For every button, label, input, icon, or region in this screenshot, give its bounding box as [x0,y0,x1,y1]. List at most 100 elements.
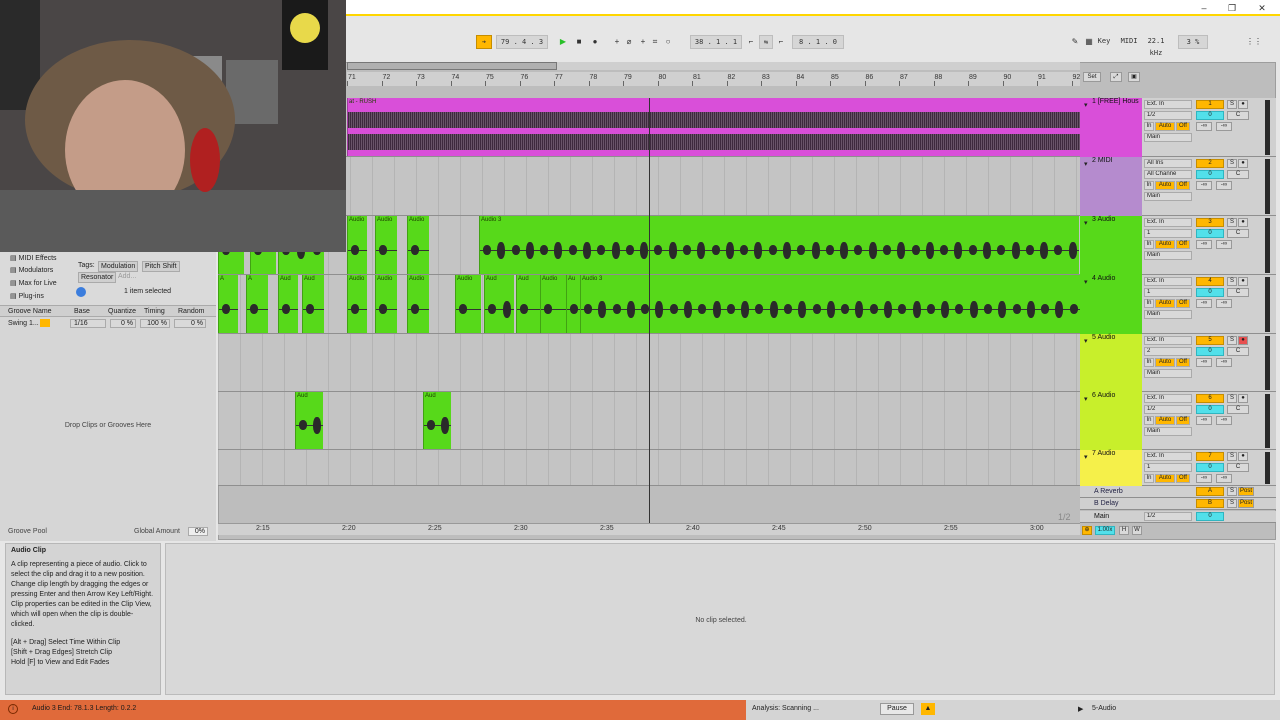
monitor-in-button[interactable]: In [1144,122,1154,131]
record-button[interactable]: ● [590,37,600,47]
track-activator[interactable]: 3 [1196,218,1224,227]
monitor-auto-button[interactable]: Auto [1155,358,1175,367]
send-b[interactable]: -∞ [1216,299,1232,308]
beat-ruler[interactable]: 71 72 73 74 75 76 77 78 79 80 81 82 83 84 85 86 87 88 89 90… [347,72,1080,86]
arm-button[interactable]: ● [1238,159,1248,168]
solo-button[interactable]: S [1227,394,1237,403]
punch-icon[interactable]: ⌗ [650,37,660,47]
fold-icon[interactable]: ▾ [1084,160,1088,168]
track-name[interactable]: 5 Audio [1080,334,1142,392]
audio-clip[interactable]: Aud [278,275,298,333]
track-activator[interactable]: 4 [1196,277,1224,286]
input-channel[interactable]: 1 [1144,288,1192,297]
groove-quantize[interactable]: 0 % [110,319,136,328]
input-channel[interactable]: 2 [1144,347,1192,356]
fold-icon[interactable]: ▾ [1084,219,1088,227]
output-routing[interactable]: Main [1144,133,1192,142]
info-icon[interactable] [76,287,86,297]
input-type[interactable]: Ext. In [1144,100,1192,109]
output-routing[interactable]: Main [1144,192,1192,201]
track-header[interactable]: 2 MIDI ▾ All Ins All Channe In Auto Off Main 2 0 S… [1080,157,1276,216]
monitor-auto-button[interactable]: Auto [1155,240,1175,249]
arm-button[interactable]: ● [1238,277,1248,286]
groove-timing[interactable]: 100 % [140,319,170,328]
audio-clip[interactable]: at - RUSH [347,98,1080,156]
restore-button[interactable]: ❐ [1226,2,1238,14]
tag-modulation[interactable]: Modulation [98,261,139,272]
monitor-off-button[interactable]: Off [1176,299,1190,308]
play-button[interactable]: ▶ [558,37,568,47]
audio-clip[interactable]: Aud [484,275,514,333]
monitor-in-button[interactable]: In [1144,299,1154,308]
metronome-icon[interactable]: ○ [663,37,673,47]
solo-button[interactable]: S [1227,452,1237,461]
post-button[interactable]: Post [1238,487,1254,496]
send-b[interactable]: -∞ [1216,122,1232,131]
tag-pitch-shift[interactable]: Pitch Shift [142,261,180,272]
audio-clip[interactable]: Audio [540,275,566,333]
automation-icon[interactable]: ⌀ [624,37,634,47]
browser-item-modulators[interactable]: ▤ Modulators [10,266,53,274]
arm-button[interactable]: ● [1238,100,1248,109]
audio-clip[interactable]: Audio [407,216,429,274]
send-a[interactable]: -∞ [1196,416,1212,425]
monitor-off-button[interactable]: Off [1176,358,1190,367]
monitor-off-button[interactable]: Off [1176,474,1190,483]
follow-button[interactable]: ➔ [476,35,492,49]
audio-clip[interactable]: Audio [347,275,367,333]
audio-clip[interactable]: A [246,275,268,333]
song-position[interactable]: 79 . 4 . 3 [496,35,548,49]
input-type[interactable]: Ext. In [1144,452,1192,461]
loop-length[interactable]: 8 . 1 . 0 [792,35,844,49]
browser-item-plug-ins[interactable]: ▤ Plug-ins [10,292,44,300]
solo-button[interactable]: S [1227,100,1237,109]
output-routing[interactable]: Main [1144,310,1192,319]
fold-icon[interactable]: ▾ [1084,101,1088,109]
track-volume[interactable]: 0 [1196,463,1224,472]
punch-in-icon[interactable]: ⌐ [746,37,756,47]
groove-base[interactable]: 1/16 [70,319,106,328]
fold-icon[interactable]: ▾ [1084,395,1088,403]
audio-clip[interactable]: Audio [455,275,481,333]
send-a[interactable]: -∞ [1196,240,1212,249]
computer-midi-icon[interactable]: ▦ [1084,37,1094,47]
input-channel[interactable]: 1 [1144,229,1192,238]
browser-item-midi-effects[interactable]: ▤ MIDI Effects [10,254,57,262]
monitor-auto-button[interactable]: Auto [1155,122,1175,131]
track-header[interactable]: 5 Audio ▾ Ext. In 2 In Auto Off Main 5 0 S ● C -∞ -∞ [1080,334,1276,392]
send-a[interactable]: -∞ [1196,474,1212,483]
send-b[interactable]: -∞ [1216,181,1232,190]
input-type[interactable]: Ext. In [1144,394,1192,403]
audio-clip[interactable]: Audio 3 [479,216,1079,274]
zoom-level[interactable]: 1.00x [1095,526,1115,535]
track-name[interactable]: 3 Audio [1080,216,1142,275]
track-pan[interactable]: C [1227,463,1249,472]
info-toggle-icon[interactable]: i [8,704,18,714]
monitor-auto-button[interactable]: Auto [1155,416,1175,425]
loop-icon[interactable]: + [638,37,648,47]
solo-button[interactable]: S [1227,277,1237,286]
send-b[interactable]: -∞ [1216,416,1232,425]
audio-clip[interactable]: Audio [347,216,367,274]
punch-out-icon[interactable]: ⌐ [776,37,786,47]
main-output[interactable]: 1/2 [1144,512,1192,521]
monitor-in-button[interactable]: In [1144,358,1154,367]
send-a[interactable]: -∞ [1196,122,1212,131]
track-pan[interactable]: C [1227,111,1249,120]
monitor-auto-button[interactable]: Auto [1155,299,1175,308]
arm-button[interactable]: ● [1238,336,1248,345]
send-b[interactable]: -∞ [1216,474,1232,483]
input-type[interactable]: Ext. In [1144,218,1192,227]
stop-button[interactable]: ■ [574,37,584,47]
track-pan[interactable]: C [1227,347,1249,356]
fit-width-button[interactable]: W [1132,526,1142,535]
monitor-off-button[interactable]: Off [1176,416,1190,425]
track-volume[interactable]: 0 [1196,405,1224,414]
groove-row[interactable]: Swing 1... 1/16 0 % 100 % 0 % [0,318,216,329]
fold-icon[interactable]: ▾ [1084,278,1088,286]
return-letter[interactable]: B [1196,499,1224,508]
global-amount-value[interactable]: 0% [188,527,208,536]
send-a[interactable]: -∞ [1196,181,1212,190]
track-activator[interactable]: 7 [1196,452,1224,461]
return-track-a[interactable]: A Reverb A S Post [1080,486,1276,498]
